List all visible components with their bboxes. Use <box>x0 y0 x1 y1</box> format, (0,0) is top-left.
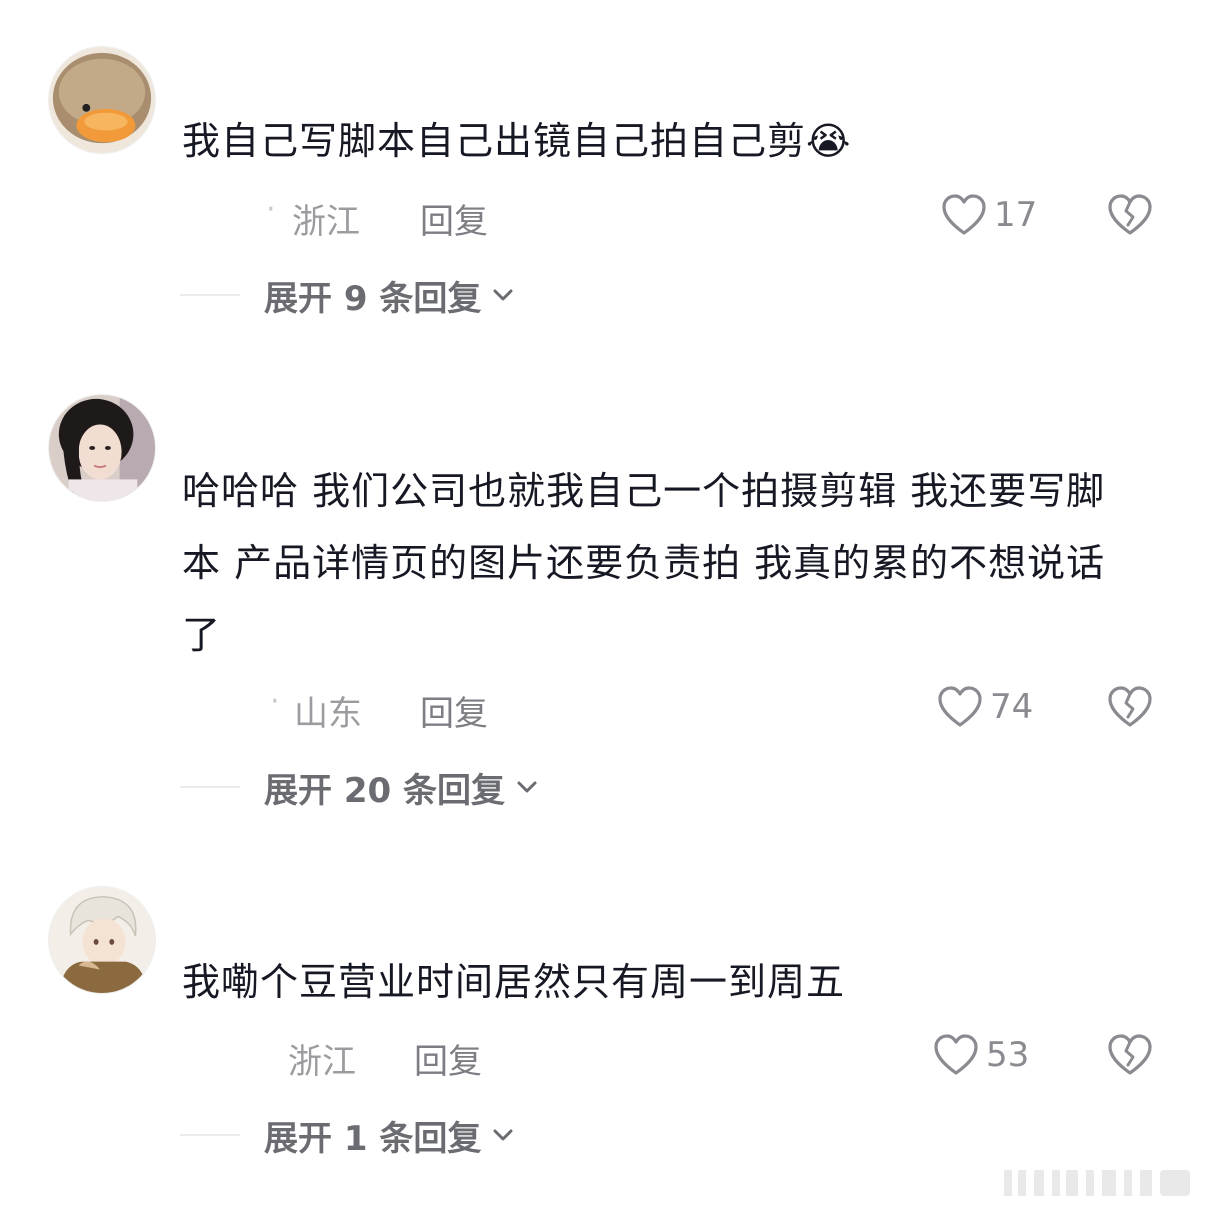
like-button[interactable]: 74 <box>936 682 1033 732</box>
broken-heart-icon[interactable] <box>1106 191 1154 239</box>
separator-dot: · <box>266 192 276 227</box>
divider-line <box>180 1134 240 1136</box>
like-count: 53 <box>986 1035 1030 1075</box>
heart-outline-icon <box>938 686 982 727</box>
separator-dot: · <box>270 684 280 719</box>
heart-outline-icon <box>942 194 986 235</box>
comment-text: 我自己写脚本自己出镜自己拍自己剪😭 <box>182 119 852 163</box>
comment-meta: · 浙江 回复 17 <box>0 190 1205 243</box>
watermark-logo <box>1004 1170 1190 1196</box>
woman-avatar-image <box>49 395 155 501</box>
comment-item: 我自己写脚本自己出镜自己拍自己剪😭 · 浙江 回复 17 展开 9 条回复 <box>0 0 1205 340</box>
comment-meta: · 山东 回复 74 <box>0 682 1205 735</box>
reply-button[interactable]: 回复 <box>414 1034 482 1083</box>
avatar[interactable] <box>48 394 156 502</box>
location: 浙江 <box>288 1042 356 1082</box>
comment-meta: 浙江 回复 53 <box>0 1030 1205 1083</box>
reply-button[interactable]: 回复 <box>420 194 488 243</box>
duck-avatar-image <box>49 47 155 153</box>
like-button[interactable]: 53 <box>932 1030 1029 1080</box>
like-button[interactable]: 17 <box>940 190 1037 240</box>
expand-replies-button[interactable]: 展开 9 条回复 <box>180 270 517 320</box>
like-count: 74 <box>990 687 1034 727</box>
comment-text: 哈哈哈 我们公司也就我自己一个拍摄剪辑 我还要写脚本 产品详情页的图片还要负责拍… <box>182 469 1106 657</box>
broken-heart-icon[interactable] <box>1106 1031 1154 1079</box>
location: 山东 <box>294 694 362 734</box>
chevron-down-icon <box>517 781 537 793</box>
avatar[interactable] <box>48 886 156 994</box>
comment-text: 我嘞个豆营业时间居然只有周一到周五 <box>182 960 846 1004</box>
expand-replies-button[interactable]: 展开 1 条回复 <box>180 1110 517 1160</box>
expand-replies-label: 展开 20 条回复 <box>264 770 505 811</box>
expand-replies-button[interactable]: 展开 20 条回复 <box>180 762 541 812</box>
divider-line <box>180 294 240 296</box>
expand-replies-label: 展开 1 条回复 <box>264 1118 482 1159</box>
like-count: 17 <box>994 195 1038 235</box>
chevron-down-icon <box>493 289 513 301</box>
divider-line <box>180 786 240 788</box>
expand-replies-label: 展开 9 条回复 <box>264 278 482 319</box>
heart-outline-icon <box>934 1034 978 1075</box>
reply-button[interactable]: 回复 <box>420 686 488 735</box>
broken-heart-icon[interactable] <box>1106 683 1154 731</box>
anime-avatar-image <box>49 887 155 993</box>
location: 浙江 <box>292 202 360 242</box>
avatar[interactable] <box>48 46 156 154</box>
chevron-down-icon <box>493 1129 513 1141</box>
